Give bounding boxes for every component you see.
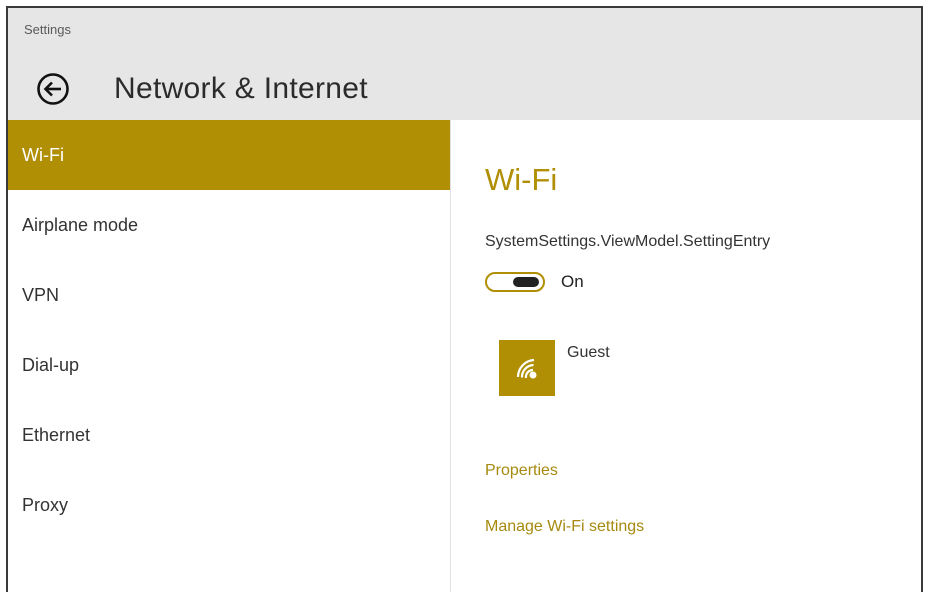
sidebar-item-airplane-mode[interactable]: Airplane mode <box>8 190 450 260</box>
sidebar-item-label: Wi-Fi <box>22 144 64 165</box>
wifi-toggle[interactable]: On <box>485 272 584 292</box>
network-list-item[interactable]: Guest <box>499 340 610 396</box>
toggle-state-label: On <box>561 272 584 291</box>
sidebar-item-label: VPN <box>22 284 60 305</box>
manage-wifi-settings-link[interactable]: Manage Wi-Fi settings <box>485 518 644 536</box>
section-title: Wi-Fi <box>485 162 558 197</box>
sidebar-item-label: Airplane mode <box>22 214 139 235</box>
setting-entry-label: SystemSettings.ViewModel.SettingEntry <box>485 233 771 250</box>
sidebar-item-proxy[interactable]: Proxy <box>8 470 450 540</box>
toggle-knob <box>513 277 539 287</box>
sidebar-item-label: Proxy <box>22 494 69 515</box>
app-title: Settings <box>24 22 71 37</box>
sidebar-item-label: Dial-up <box>22 354 80 375</box>
network-name: Guest <box>567 344 610 361</box>
wifi-icon <box>499 340 555 396</box>
wifi-settings-panel: Wi-Fi SystemSettings.ViewModel.SettingEn… <box>451 120 921 592</box>
sidebar-item-label: Ethernet <box>22 424 91 445</box>
properties-link[interactable]: Properties <box>485 462 558 480</box>
sidebar-item-vpn[interactable]: VPN <box>8 260 450 330</box>
sidebar-nav: Wi-Fi Airplane mode VPN Dial-up Ethernet… <box>8 120 451 592</box>
back-arrow-icon <box>37 73 69 105</box>
title-bar: Settings Network & Internet <box>8 8 921 120</box>
page-title: Network & Internet <box>114 72 368 105</box>
sidebar-item-ethernet[interactable]: Ethernet <box>8 400 450 470</box>
sidebar-item-dial-up[interactable]: Dial-up <box>8 330 450 400</box>
sidebar-item-wifi[interactable]: Wi-Fi <box>8 120 450 190</box>
toggle-switch[interactable] <box>485 272 545 292</box>
back-button[interactable] <box>36 72 70 106</box>
settings-window: Settings Network & Internet Wi-Fi Airpla… <box>6 6 923 592</box>
